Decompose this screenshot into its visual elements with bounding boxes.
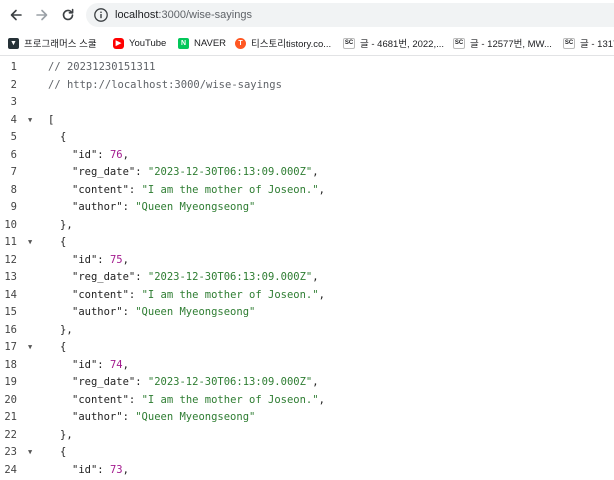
bookmark-sc-1[interactable]: SC 글 - 4681번, 2022,... [343, 34, 444, 52]
code-line: 8 "content": "I am the mother of Joseon."… [10, 183, 325, 196]
info-icon[interactable] [93, 7, 109, 23]
arrow-left-icon [10, 9, 22, 21]
bookmark-label: 프로그래머스 스쿨 [24, 39, 97, 50]
code-line: 16}, [4, 323, 73, 336]
code-line: 3 [10, 96, 17, 108]
code-line: 9 "author": "Queen Myeongseong" [10, 201, 256, 213]
sc-icon: SC [453, 37, 465, 49]
forward-button[interactable] [31, 4, 53, 26]
id-value: 76 [109, 148, 123, 161]
id-value: 74 [109, 358, 123, 371]
url-host: localhost [115, 9, 159, 21]
author-value: "Queen Myeongseong" [135, 306, 256, 318]
reload-icon [62, 8, 74, 21]
reload-button[interactable] [57, 4, 79, 26]
sc-icon: SC [563, 37, 575, 49]
code-line: 7 "reg_date": "2023-12-30T06:13:09.000Z", [10, 166, 319, 178]
address-bar[interactable]: localhost:3000/wise-sayings [86, 3, 614, 27]
content-value: "I am the mother of Joseon." [141, 393, 319, 406]
code-line: 21 "author": "Queen Myeongseong" [4, 411, 256, 423]
reg-date-value: "2023-12-30T06:13:09.000Z" [147, 376, 313, 388]
reg-date-value: "2023-12-30T06:13:09.000Z" [147, 271, 313, 283]
bookmark-programmers[interactable]: ▼ 프로그래머스 스쿨 [8, 34, 97, 52]
bookmarks-bar: ▼ 프로그래머스 스쿨 ▶ YouTube N NAVER T 티스토리tistory.… [0, 30, 614, 56]
code-line: 4 ▼[ [0, 112, 614, 130]
bookmark-label: 글 - 12577번, MW... [470, 39, 552, 50]
url-path: :3000/wise-sayings [158, 9, 252, 21]
programmers-icon: ▼ [8, 37, 19, 49]
code-line: 15 "author": "Queen Myeongseong" [4, 306, 256, 318]
bookmark-label: NAVER [194, 37, 227, 49]
bookmark-label: 티스토리tistory.co... [251, 39, 332, 50]
code-line: 5{ [10, 131, 67, 143]
browser-toolbar: localhost:3000/wise-sayings [0, 0, 614, 30]
fold-toggle-icon[interactable]: ▼ [28, 444, 32, 462]
code-line: 23 ▼{ [0, 444, 614, 462]
code-line: 19 "reg_date": "2023-12-30T06:13:09.000Z"… [4, 376, 319, 388]
content-value: "I am the mother of Joseon." [141, 288, 319, 301]
code-line: 14 "content": "I am the mother of Joseon.… [4, 288, 325, 301]
arrow-right-icon [36, 9, 48, 21]
bookmark-sc-2[interactable]: SC 글 - 12577번, MW... [453, 34, 552, 52]
content-value: "I am the mother of Joseon." [141, 183, 319, 196]
code-line: 6 "id": 76, [10, 148, 129, 161]
bookmark-youtube[interactable]: ▶ YouTube [113, 34, 166, 52]
reg-date-value: "2023-12-30T06:13:09.000Z" [147, 166, 313, 178]
code-line: 2// http://localhost:3000/wise-sayings [0, 77, 614, 95]
bookmark-sc-3[interactable]: SC 글 - 1317 [563, 34, 614, 52]
code-line: 12 "id": 75, [4, 253, 129, 266]
naver-icon: N [178, 37, 189, 49]
bookmark-label: 글 - 1317 [580, 39, 614, 50]
url-text[interactable]: localhost:3000/wise-sayings [115, 7, 252, 23]
fold-toggle-icon[interactable]: ▼ [28, 234, 32, 252]
url-comment: // http://localhost:3000/wise-sayings [48, 78, 282, 91]
json-viewer: 1// 20231230151311 2// http://localhost:… [0, 57, 614, 480]
code-line: 13 "reg_date": "2023-12-30T06:13:09.000Z"… [4, 271, 319, 283]
back-button[interactable] [5, 4, 27, 26]
bookmark-label: 글 - 4681번, 2022,... [360, 39, 445, 50]
code-line: 24 "id": 73, [4, 463, 129, 476]
code-line: 22}, [4, 428, 73, 441]
code-line: 10}, [4, 218, 73, 231]
fold-toggle-icon[interactable]: ▼ [28, 112, 32, 130]
code-line: 20 "content": "I am the mother of Joseon.… [4, 393, 325, 406]
code-line: 11 ▼{ [0, 234, 614, 252]
fold-toggle-icon[interactable]: ▼ [28, 339, 32, 357]
author-value: "Queen Myeongseong" [135, 411, 256, 423]
code-line: 17 ▼{ [0, 339, 614, 357]
sc-icon: SC [343, 37, 355, 49]
id-value: 75 [109, 253, 123, 266]
bookmark-tistory[interactable]: T 티스토리tistory.co... [235, 34, 331, 52]
code-line: 18 "id": 74, [4, 358, 129, 371]
timestamp-comment: // 20231230151311 [48, 61, 156, 73]
id-value: 73 [109, 463, 123, 476]
author-value: "Queen Myeongseong" [135, 201, 256, 213]
tistory-icon: T [235, 37, 246, 49]
bookmark-naver[interactable]: N NAVER [178, 34, 226, 52]
youtube-icon: ▶ [113, 37, 124, 49]
code-line: 1// 20231230151311 [0, 59, 614, 77]
bookmark-label: YouTube [129, 37, 167, 49]
